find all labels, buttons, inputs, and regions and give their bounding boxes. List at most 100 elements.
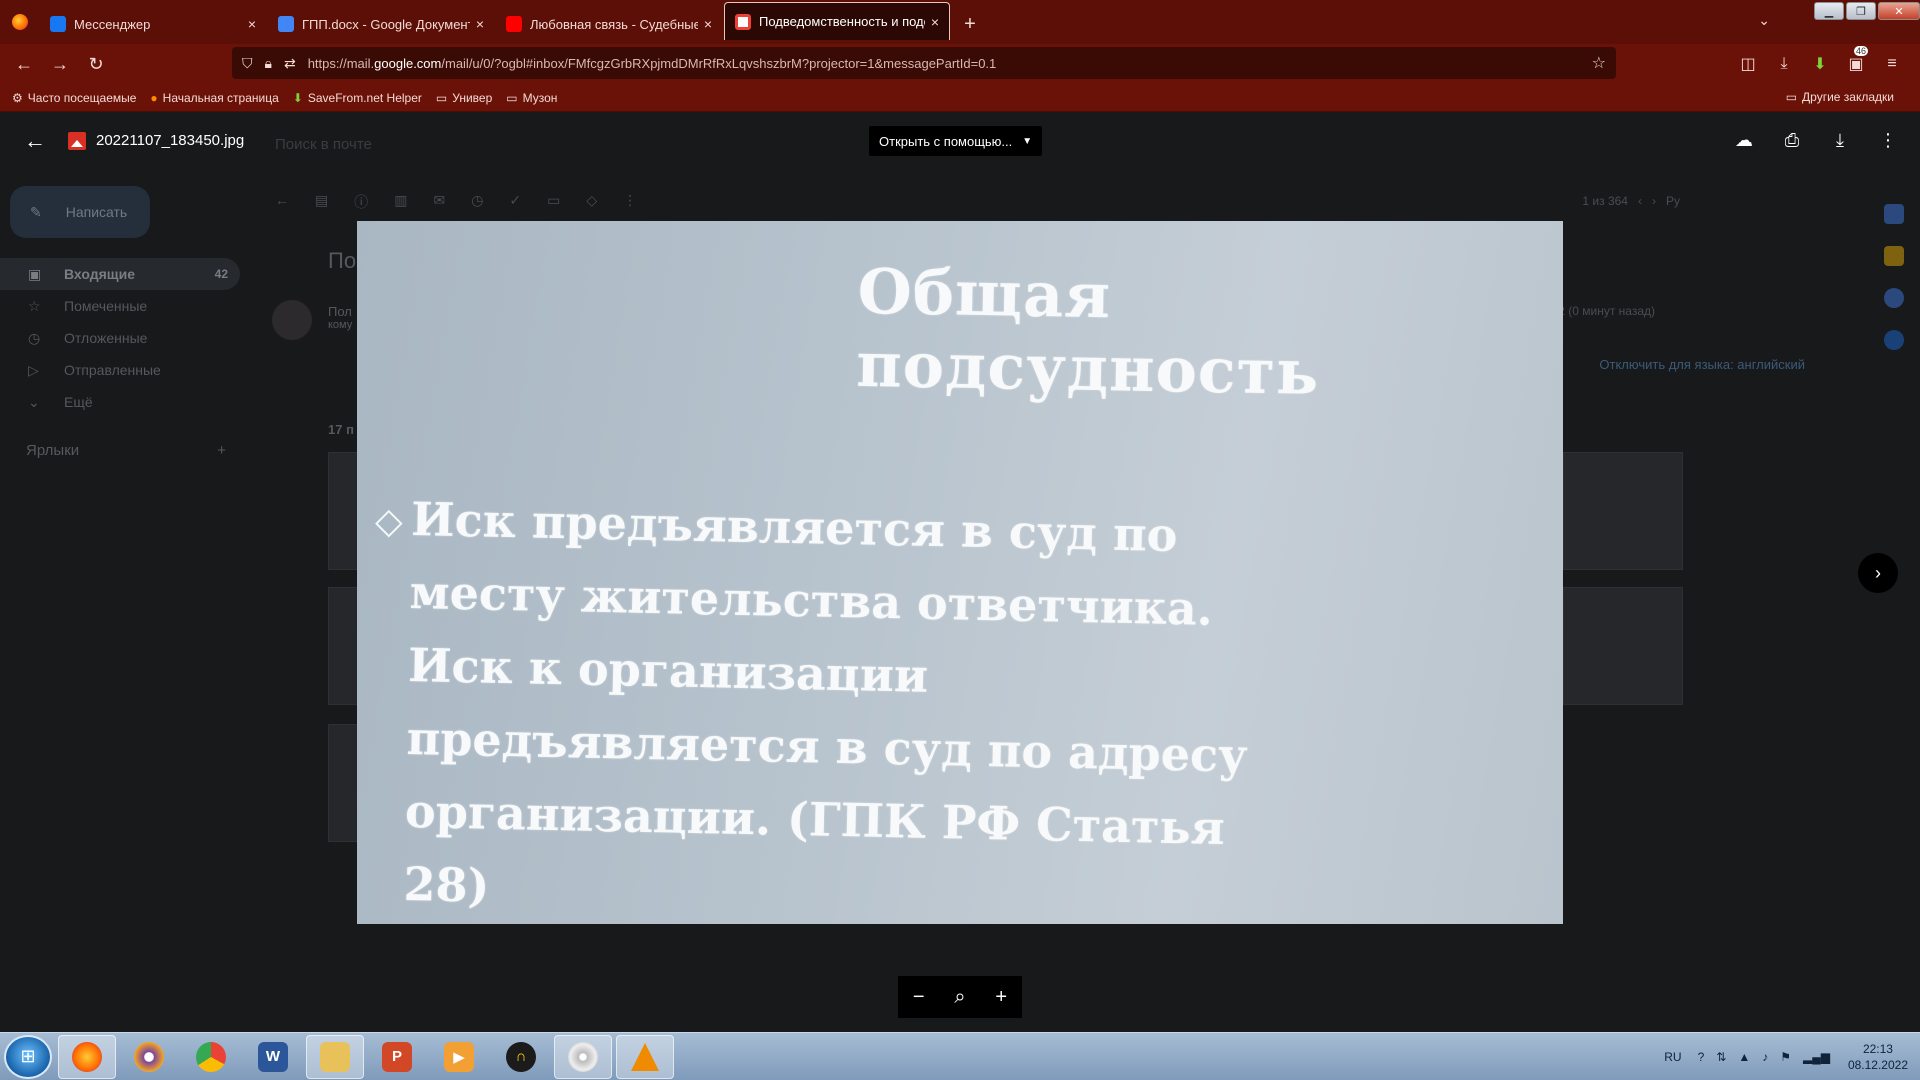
back-arrow-icon[interactable]: ←	[24, 128, 46, 154]
input-language[interactable]: RU	[1664, 1050, 1681, 1064]
taskbar-vlc[interactable]	[616, 1034, 674, 1079]
vlc-icon	[631, 1042, 659, 1071]
taskbar-audio[interactable]: ∩	[492, 1035, 550, 1079]
contacts-icon	[1884, 330, 1904, 350]
image-viewer-toolbar: ← 20221107_183450.jpg Открыть с помощью.…	[0, 112, 1920, 170]
bookmark-frequent[interactable]: ⚙ Часто посещаемые	[12, 91, 136, 105]
move-icon: ▭	[547, 192, 561, 208]
close-icon[interactable]: ×	[931, 14, 939, 30]
firefox-icon[interactable]	[0, 0, 40, 44]
clock-time: 22:13	[1862, 1042, 1893, 1056]
bookmark-star-icon[interactable]: ☆	[1592, 53, 1606, 73]
label-icon: ◇	[586, 192, 598, 208]
taskbar-disc[interactable]	[554, 1034, 612, 1079]
nav-inbox: ▣ Входящие 42	[0, 258, 240, 290]
media-player-icon: ▶	[444, 1041, 474, 1072]
tab-google-docs[interactable]: ГПП.docx - Google Документы ×	[268, 4, 494, 44]
close-icon[interactable]: ×	[704, 16, 712, 32]
url-domain: google.com	[374, 55, 442, 71]
signal-icon[interactable]: ▂▄▆	[1803, 1050, 1830, 1064]
minimize-icon[interactable]: ▁	[1814, 2, 1844, 20]
lock-icon[interactable]: 🔒︎	[265, 55, 272, 72]
bookmarks-bar: ⚙ Часто посещаемые ● Начальная страница ⬇ S…	[0, 84, 1920, 112]
gmail-icon	[735, 13, 751, 30]
disc-icon	[568, 1041, 598, 1072]
reload-icon[interactable]: ↻	[78, 46, 114, 82]
close-icon[interactable]: ×	[476, 16, 484, 32]
close-icon[interactable]: ×	[248, 16, 256, 32]
close-window-icon[interactable]: ✕	[1878, 2, 1920, 20]
translate-toggle: Отключить для языка: английский	[1599, 357, 1805, 372]
forward-arrow-icon[interactable]: →	[42, 46, 78, 82]
action-center-icon[interactable]: ⚑	[1780, 1050, 1791, 1064]
sender-text: Пол	[328, 304, 352, 319]
send-icon: ▷	[28, 361, 39, 378]
chevron-down-icon[interactable]: ⌄	[1758, 12, 1770, 29]
clock-icon: ◷	[28, 329, 41, 346]
folder-icon: ▭	[1785, 90, 1798, 104]
nav-label: Отправленные	[64, 362, 161, 378]
folder-icon: ▭	[506, 90, 518, 105]
bookmark-homepage[interactable]: ● Начальная страница	[150, 91, 278, 105]
tab-gmail[interactable]: Подведомственность и подсуд ×	[724, 2, 950, 40]
shield-icon[interactable]: ⛉	[242, 55, 253, 72]
volume-icon[interactable]: ♪	[1762, 1050, 1768, 1064]
downloads-icon[interactable]: ⤓	[1766, 55, 1802, 73]
gear-icon: ⚙	[12, 90, 23, 105]
taskbar-media[interactable]: ▶	[430, 1035, 488, 1079]
labels-header: Ярлыки +	[26, 442, 226, 459]
help-icon[interactable]: ?	[1698, 1050, 1705, 1064]
tab-messenger[interactable]: Мессенджер ×	[40, 4, 266, 44]
taskbar-tor[interactable]	[120, 1035, 178, 1079]
attachment-image: Общая подсудность ◇ Иск предъявляется в …	[357, 221, 1563, 924]
extension-icon[interactable]: ▣ 46	[1838, 46, 1874, 74]
next-image-button[interactable]: ›	[1858, 553, 1898, 593]
permissions-icon[interactable]: ⇄	[284, 55, 296, 72]
system-clock[interactable]: 22:13 08.12.2022	[1848, 1041, 1908, 1073]
show-hidden-icons[interactable]: ▲	[1738, 1050, 1750, 1064]
print-icon[interactable]: ⎙	[1776, 124, 1808, 156]
gmail-nav: ▣ Входящие 42 ☆ Помеченные ◷ Отложенные ▷ Отп…	[0, 258, 240, 418]
input-language: Ру	[1665, 194, 1680, 208]
taskbar-firefox[interactable]	[58, 1034, 116, 1079]
menu-icon[interactable]: ≡	[1874, 55, 1910, 73]
taskbar-powerpoint[interactable]: P	[368, 1035, 426, 1079]
nav-label: Помеченные	[64, 298, 148, 314]
zoom-out-button[interactable]: −	[913, 986, 925, 1009]
restore-icon[interactable]: ❐	[1846, 2, 1876, 20]
zoom-controls: − ⌕ +	[898, 976, 1022, 1018]
network-icon[interactable]: ⇅	[1716, 1050, 1726, 1064]
extension-badge: 46	[1853, 46, 1868, 56]
attachment-thumbnail	[1563, 452, 1683, 570]
pocket-icon[interactable]: ◫	[1730, 54, 1766, 74]
headphones-icon: ∩	[506, 1041, 536, 1072]
tab-youtube[interactable]: Любовная связь - Судебные сп ×	[496, 4, 722, 44]
pencil-icon: ✎	[30, 203, 42, 220]
image-file-icon	[68, 132, 86, 150]
download-icon[interactable]: ⤓	[1824, 124, 1856, 156]
sender-name: Пол кому	[328, 304, 352, 331]
taskbar-chrome[interactable]	[182, 1035, 240, 1079]
new-tab-button[interactable]: +	[952, 4, 988, 44]
url-text[interactable]: https://mail.google.com/mail/u/0/?ogbl#i…	[308, 56, 1592, 71]
taskbar-explorer[interactable]	[306, 1034, 364, 1079]
bookmark-other[interactable]: ▭ Другие закладки	[1786, 90, 1894, 104]
bookmark-savefrom[interactable]: ⬇ SaveFrom.net Helper	[293, 91, 422, 105]
tab-label: ГПП.docx - Google Документы	[302, 16, 470, 32]
back-arrow-icon[interactable]: ←	[6, 46, 42, 82]
zoom-in-button[interactable]: +	[995, 986, 1007, 1009]
add-to-drive-icon[interactable]: ☁	[1728, 124, 1760, 156]
nav-more: ⌄ Ещё	[0, 386, 240, 418]
zoom-reset-icon[interactable]: ⌕	[954, 986, 965, 1009]
docs-icon	[278, 16, 294, 32]
taskbar-word[interactable]: W	[244, 1035, 302, 1079]
savefrom-icon[interactable]: ⬇	[1802, 54, 1838, 74]
bookmark-muzon[interactable]: ▭ Музон	[506, 91, 557, 105]
word-icon: W	[258, 1041, 288, 1072]
bookmark-univer[interactable]: ▭ Универ	[436, 91, 492, 105]
open-with-button[interactable]: Открыть с помощью... ▼	[869, 126, 1043, 156]
file-name: 20221107_183450.jpg	[96, 132, 245, 149]
start-button[interactable]: ⊞	[4, 1034, 52, 1079]
more-vert-icon[interactable]: ⋮	[1872, 124, 1904, 156]
url-bar[interactable]: ⛉ 🔒︎ ⇄ https://mail.google.com/mail/u/0/…	[232, 47, 1616, 79]
